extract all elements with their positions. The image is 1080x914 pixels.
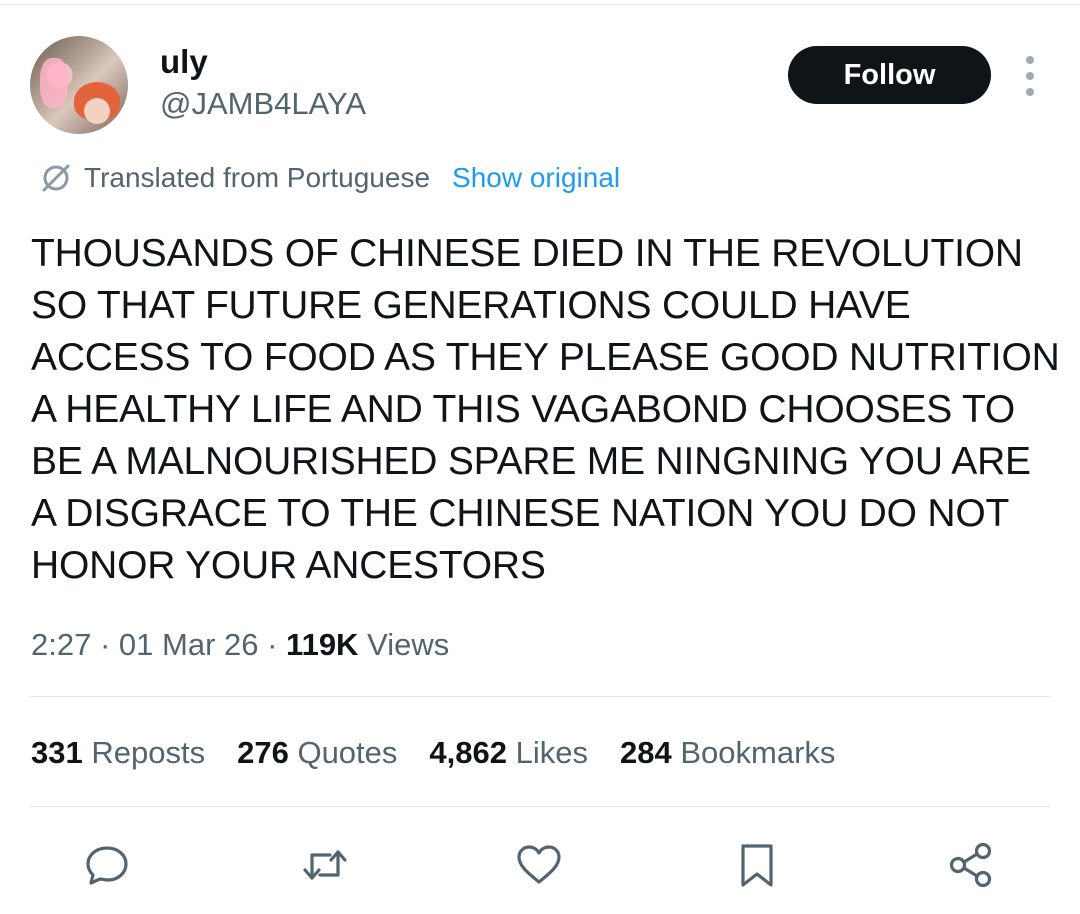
avatar[interactable]	[30, 36, 128, 134]
stat-likes[interactable]: 4,862 Likes	[429, 732, 588, 774]
tweet-time[interactable]: 2:27	[31, 627, 91, 662]
like-icon	[517, 845, 561, 884]
more-dot	[1026, 56, 1034, 64]
stat-reposts[interactable]: 331 Reposts	[31, 732, 205, 774]
views-count: 119K	[286, 627, 359, 662]
tweet-text: THOUSANDS OF CHINESE DIED IN THE REVOLUT…	[31, 232, 1060, 587]
top-divider	[0, 4, 1080, 5]
stat-count: 284	[619, 735, 672, 770]
repost-icon	[303, 850, 347, 880]
share-button[interactable]	[946, 840, 996, 890]
reply-button[interactable]	[82, 840, 132, 890]
bookmark-button[interactable]	[732, 840, 782, 890]
reply-icon	[86, 846, 128, 885]
tweet-date[interactable]: 01 Mar 26	[119, 627, 259, 662]
stat-label: Bookmarks	[680, 735, 836, 770]
avatar-face	[84, 98, 110, 124]
more-dot	[1026, 88, 1034, 96]
user-handle[interactable]: @JAMB4LAYA	[160, 84, 366, 124]
tweet-meta: 2:27 · 01 Mar 26 · 119K Views	[31, 624, 449, 666]
views-label: Views	[367, 627, 450, 662]
bookmark-icon	[741, 844, 773, 887]
stat-bookmarks[interactable]: 284 Bookmarks	[620, 732, 835, 774]
translation-bar: Translated from Portuguese Show original	[40, 158, 620, 198]
stat-label: Quotes	[297, 735, 398, 770]
like-button[interactable]	[514, 840, 564, 890]
stat-count: 4,862	[429, 735, 507, 770]
stat-count: 331	[31, 735, 83, 770]
show-original-link[interactable]: Show original	[452, 158, 620, 198]
meta-separator: ·	[91, 627, 119, 662]
stat-label: Likes	[515, 735, 588, 770]
display-name[interactable]: uly	[160, 40, 208, 84]
meta-separator: ·	[258, 627, 287, 662]
more-dot	[1026, 72, 1034, 80]
more-vertical-icon[interactable]	[1012, 56, 1048, 96]
stat-label: Reposts	[91, 735, 206, 770]
avatar-figure	[40, 58, 68, 108]
translate-icon	[42, 164, 70, 192]
divider	[30, 806, 1050, 807]
share-icon	[949, 842, 992, 888]
engagement-stats: 331 Reposts 276 Quotes 4,862 Likes 284 B…	[31, 732, 867, 774]
follow-button[interactable]: Follow	[788, 46, 991, 104]
stat-count: 276	[237, 735, 289, 770]
translated-label: Translated from Portuguese	[84, 162, 431, 193]
divider	[30, 696, 1050, 697]
stat-quotes[interactable]: 276 Quotes	[237, 732, 397, 774]
repost-button[interactable]	[300, 840, 350, 890]
